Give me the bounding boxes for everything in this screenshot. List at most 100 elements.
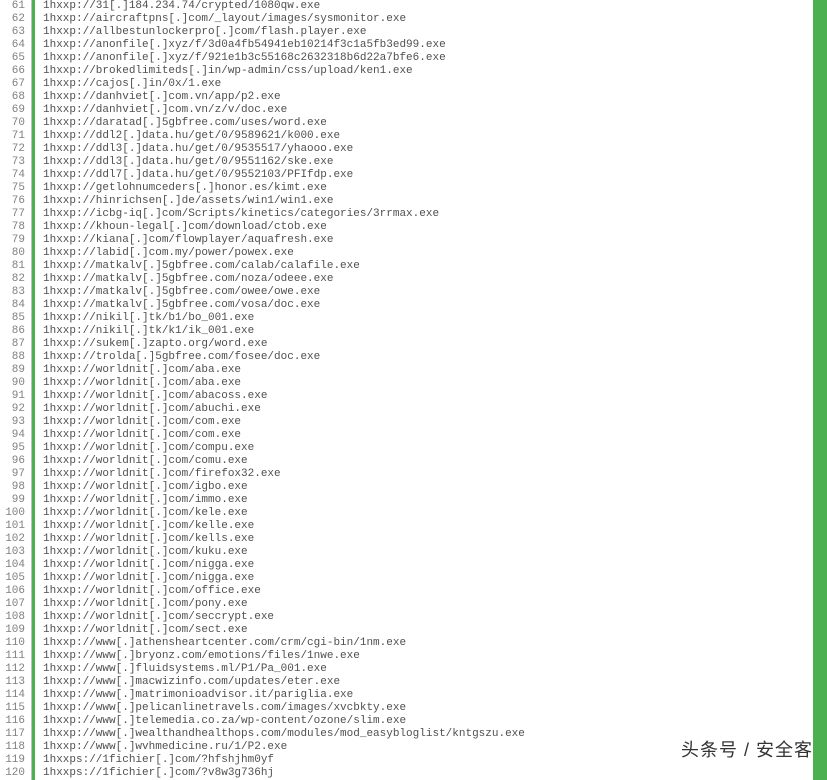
code-line[interactable]: 1hxxp://danhviet[.]com.vn/app/p2.exe: [43, 91, 827, 104]
line-number: 84: [4, 299, 25, 312]
code-line[interactable]: 1hxxp://sukem[.]zapto.org/word.exe: [43, 338, 827, 351]
code-line[interactable]: 1hxxp://matkalv[.]5gbfree.com/calab/cala…: [43, 260, 827, 273]
line-number-gutter: 6162636465666768697071727374757677787980…: [0, 0, 32, 780]
code-area[interactable]: 1hxxp://31[.]184.234.74/crypted/1080qw.e…: [32, 0, 827, 780]
code-line[interactable]: 1hxxp://worldnit[.]com/abuchi.exe: [43, 403, 827, 416]
code-line[interactable]: 1hxxp://www[.]athensheartcenter.com/crm/…: [43, 637, 827, 650]
line-number: 64: [4, 39, 25, 52]
line-number: 117: [4, 728, 25, 741]
code-line[interactable]: 1hxxp://ddl2[.]data.hu/get/0/9589621/k00…: [43, 130, 827, 143]
code-line[interactable]: 1hxxp://icbg-iq[.]com/Scripts/kinetics/c…: [43, 208, 827, 221]
line-number: 73: [4, 156, 25, 169]
line-number: 94: [4, 429, 25, 442]
code-line[interactable]: 1hxxp://www[.]telemedia.co.za/wp-content…: [43, 715, 827, 728]
line-number: 77: [4, 208, 25, 221]
code-line[interactable]: 1hxxp://hinrichsen[.]de/assets/win1/win1…: [43, 195, 827, 208]
code-line[interactable]: 1hxxp://allbestunlockerpro[.]com/flash.p…: [43, 26, 827, 39]
line-number: 62: [4, 13, 25, 26]
code-line[interactable]: 1hxxp://anonfile[.]xyz/f/921e1b3c55168c2…: [43, 52, 827, 65]
code-line[interactable]: 1hxxp://trolda[.]5gbfree.com/fosee/doc.e…: [43, 351, 827, 364]
line-number: 115: [4, 702, 25, 715]
code-line[interactable]: 1hxxp://worldnit[.]com/aba.exe: [43, 364, 827, 377]
line-number: 88: [4, 351, 25, 364]
code-line[interactable]: 1hxxp://worldnit[.]com/kells.exe: [43, 533, 827, 546]
code-line[interactable]: 1hxxp://nikil[.]tk/b1/bo_001.exe: [43, 312, 827, 325]
code-line[interactable]: 1hxxp://worldnit[.]com/nigga.exe: [43, 572, 827, 585]
code-line[interactable]: 1hxxps://1fichier[.]com/?v8w3g736hj: [43, 767, 827, 780]
code-line[interactable]: 1hxxp://www[.]pelicanlinetravels.com/ima…: [43, 702, 827, 715]
line-number: 95: [4, 442, 25, 455]
line-number: 97: [4, 468, 25, 481]
code-line[interactable]: 1hxxp://nikil[.]tk/k1/ik_001.exe: [43, 325, 827, 338]
code-line[interactable]: 1hxxp://www[.]fluidsystems.ml/P1/Pa_001.…: [43, 663, 827, 676]
line-number: 120: [4, 767, 25, 780]
code-line[interactable]: 1hxxp://worldnit[.]com/igbo.exe: [43, 481, 827, 494]
code-line[interactable]: 1hxxp://www[.]wvhmedicine.ru/1/P2.exe: [43, 741, 827, 754]
code-line[interactable]: 1hxxp://worldnit[.]com/comu.exe: [43, 455, 827, 468]
code-line[interactable]: 1hxxp://ddl3[.]data.hu/get/0/9551162/ske…: [43, 156, 827, 169]
code-line[interactable]: 1hxxp://danhviet[.]com.vn/z/v/doc.exe: [43, 104, 827, 117]
code-line[interactable]: 1hxxp://aircraftpns[.]com/_layout/images…: [43, 13, 827, 26]
code-line[interactable]: 1hxxp://worldnit[.]com/nigga.exe: [43, 559, 827, 572]
code-line[interactable]: 1hxxp://getlohnumceders[.]honor.es/kimt.…: [43, 182, 827, 195]
code-line[interactable]: 1hxxp://matkalv[.]5gbfree.com/owee/owe.e…: [43, 286, 827, 299]
line-number: 81: [4, 260, 25, 273]
code-line[interactable]: 1hxxp://www[.]bryonz.com/emotions/files/…: [43, 650, 827, 663]
code-line[interactable]: 1hxxp://worldnit[.]com/seccrypt.exe: [43, 611, 827, 624]
code-line[interactable]: 1hxxp://labid[.]com.my/power/powex.exe: [43, 247, 827, 260]
code-line[interactable]: 1hxxp://worldnit[.]com/immo.exe: [43, 494, 827, 507]
line-number: 80: [4, 247, 25, 260]
code-line[interactable]: 1hxxp://worldnit[.]com/pony.exe: [43, 598, 827, 611]
line-number: 63: [4, 26, 25, 39]
code-line[interactable]: 1hxxp://matkalv[.]5gbfree.com/vosa/doc.e…: [43, 299, 827, 312]
code-line[interactable]: 1hxxp://worldnit[.]com/kelle.exe: [43, 520, 827, 533]
line-number: 100: [4, 507, 25, 520]
line-number: 83: [4, 286, 25, 299]
right-accent-border: [813, 0, 827, 780]
line-number: 108: [4, 611, 25, 624]
code-line[interactable]: 1hxxp://daratad[.]5gbfree.com/uses/word.…: [43, 117, 827, 130]
code-line[interactable]: 1hxxps://1fichier[.]com/?hfshjhm0yf: [43, 754, 827, 767]
line-number: 86: [4, 325, 25, 338]
code-line[interactable]: 1hxxp://worldnit[.]com/kele.exe: [43, 507, 827, 520]
code-line[interactable]: 1hxxp://ddl3[.]data.hu/get/0/9535517/yha…: [43, 143, 827, 156]
line-number: 71: [4, 130, 25, 143]
line-number: 76: [4, 195, 25, 208]
line-number: 109: [4, 624, 25, 637]
code-line[interactable]: 1hxxp://www[.]matrimonioadvisor.it/parig…: [43, 689, 827, 702]
code-line[interactable]: 1hxxp://www[.]macwizinfo.com/updates/ete…: [43, 676, 827, 689]
code-line[interactable]: 1hxxp://anonfile[.]xyz/f/3d0a4fb54941eb1…: [43, 39, 827, 52]
code-line[interactable]: 1hxxp://matkalv[.]5gbfree.com/noza/odeee…: [43, 273, 827, 286]
line-number: 61: [4, 0, 25, 13]
line-number: 85: [4, 312, 25, 325]
line-number: 114: [4, 689, 25, 702]
line-number: 96: [4, 455, 25, 468]
line-number: 113: [4, 676, 25, 689]
code-line[interactable]: 1hxxp://worldnit[.]com/com.exe: [43, 429, 827, 442]
code-line[interactable]: 1hxxp://www[.]wealthandhealthops.com/mod…: [43, 728, 827, 741]
code-line[interactable]: 1hxxp://worldnit[.]com/office.exe: [43, 585, 827, 598]
line-number: 90: [4, 377, 25, 390]
code-line[interactable]: 1hxxp://worldnit[.]com/sect.exe: [43, 624, 827, 637]
code-line[interactable]: 1hxxp://cajos[.]in/0x/1.exe: [43, 78, 827, 91]
code-line[interactable]: 1hxxp://worldnit[.]com/aba.exe: [43, 377, 827, 390]
line-number: 106: [4, 585, 25, 598]
line-number: 92: [4, 403, 25, 416]
code-line[interactable]: 1hxxp://brokedlimiteds[.]in/wp-admin/css…: [43, 65, 827, 78]
code-line[interactable]: 1hxxp://worldnit[.]com/kuku.exe: [43, 546, 827, 559]
code-line[interactable]: 1hxxp://ddl7[.]data.hu/get/0/9552103/PFI…: [43, 169, 827, 182]
line-number: 110: [4, 637, 25, 650]
line-number: 65: [4, 52, 25, 65]
line-number: 119: [4, 754, 25, 767]
code-line[interactable]: 1hxxp://31[.]184.234.74/crypted/1080qw.e…: [43, 0, 827, 13]
line-number: 78: [4, 221, 25, 234]
code-line[interactable]: 1hxxp://worldnit[.]com/abacoss.exe: [43, 390, 827, 403]
line-number: 111: [4, 650, 25, 663]
code-line[interactable]: 1hxxp://worldnit[.]com/compu.exe: [43, 442, 827, 455]
code-line[interactable]: 1hxxp://worldnit[.]com/com.exe: [43, 416, 827, 429]
line-number: 66: [4, 65, 25, 78]
code-line[interactable]: 1hxxp://khoun-legal[.]com/download/ctob.…: [43, 221, 827, 234]
line-number: 112: [4, 663, 25, 676]
code-line[interactable]: 1hxxp://kiana[.]com/flowplayer/aquafresh…: [43, 234, 827, 247]
code-line[interactable]: 1hxxp://worldnit[.]com/firefox32.exe: [43, 468, 827, 481]
